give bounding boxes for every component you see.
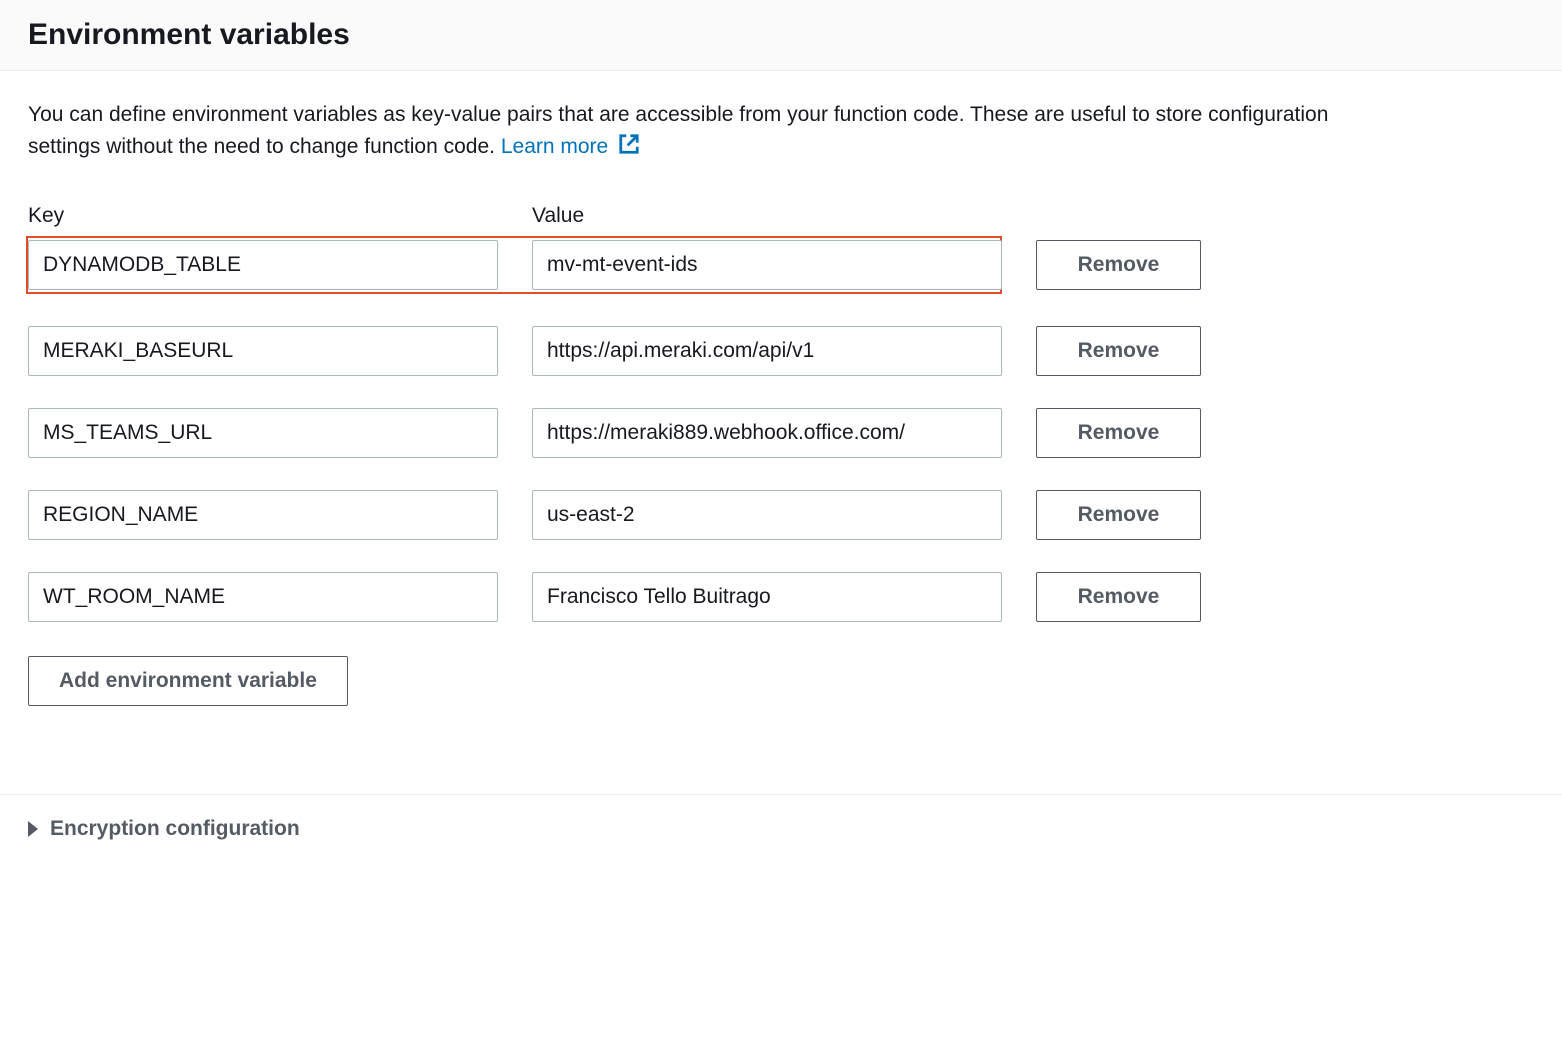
remove-button[interactable]: Remove [1036, 326, 1201, 376]
env-key-input[interactable] [28, 326, 498, 376]
env-value-input[interactable] [532, 240, 1002, 290]
env-key-input[interactable] [28, 572, 498, 622]
panel-body: You can define environment variables as … [0, 71, 1562, 734]
remove-button[interactable]: Remove [1036, 240, 1201, 290]
env-var-row-highlight [26, 236, 1002, 294]
env-var-row-actions: Remove [1036, 490, 1218, 540]
env-var-grid: Key Value Remove Remove Remove Remove [28, 204, 1218, 622]
add-environment-variable-button[interactable]: Add environment variable [28, 656, 348, 706]
learn-more-label: Learn more [501, 135, 608, 158]
description-text: You can define environment variables as … [28, 99, 1348, 164]
page-title: Environment variables [28, 18, 1534, 52]
env-key-input[interactable] [28, 490, 498, 540]
env-var-row-actions: Remove [1036, 240, 1218, 290]
env-key-input[interactable] [28, 408, 498, 458]
env-var-row-actions: Remove [1036, 572, 1218, 622]
env-key-input[interactable] [28, 240, 498, 290]
column-header-value: Value [532, 204, 1002, 228]
description-body: You can define environment variables as … [28, 103, 1328, 158]
encryption-configuration-expander[interactable]: Encryption configuration [0, 795, 1562, 863]
remove-button[interactable]: Remove [1036, 490, 1201, 540]
env-value-input[interactable] [532, 408, 1002, 458]
env-var-row-actions: Remove [1036, 326, 1218, 376]
panel-header: Environment variables [0, 0, 1562, 71]
env-value-input[interactable] [532, 326, 1002, 376]
env-value-input[interactable] [532, 572, 1002, 622]
external-link-icon [618, 133, 640, 165]
remove-button[interactable]: Remove [1036, 572, 1201, 622]
column-header-key: Key [28, 204, 498, 228]
caret-right-icon [28, 821, 38, 837]
learn-more-link[interactable]: Learn more [501, 135, 640, 158]
env-var-row-actions: Remove [1036, 408, 1218, 458]
expander-label: Encryption configuration [50, 817, 300, 841]
env-value-input[interactable] [532, 490, 1002, 540]
remove-button[interactable]: Remove [1036, 408, 1201, 458]
